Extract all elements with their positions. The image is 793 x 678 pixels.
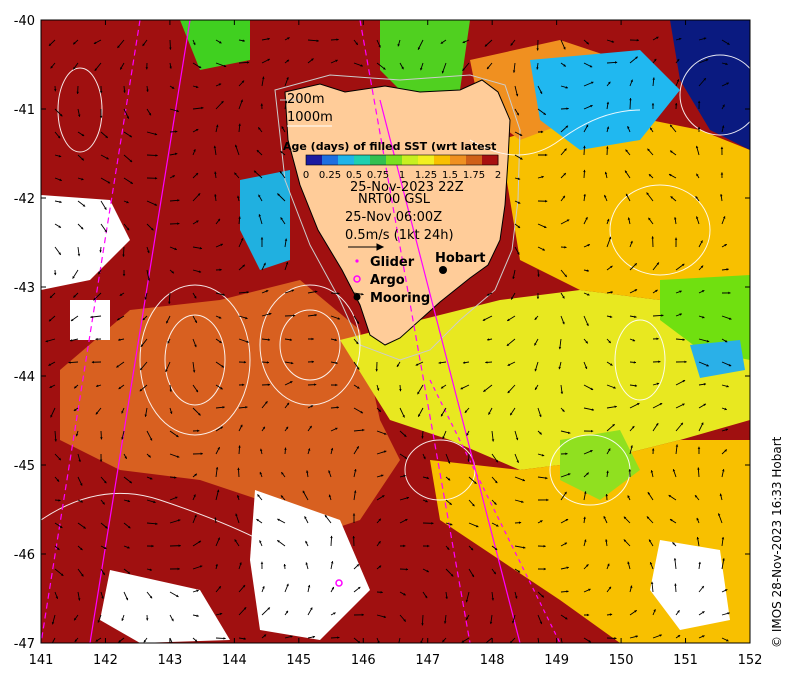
y-tick-label: -41 [14,103,35,118]
x-tick-label: 142 [93,653,118,668]
y-tick-label: -40 [14,14,35,29]
colorbar-swatch [306,155,323,165]
current-vector-head [172,644,174,646]
colorbar-swatch [418,155,435,165]
x-tick-label: 149 [544,653,569,668]
y-tick-label: -44 [14,370,35,385]
colorbar-swatch [322,155,339,165]
current-time-label: 25-Nov 06:00Z [345,210,442,225]
colorbar-tick-label: 2 [495,170,501,181]
colorbar-swatch [386,155,403,165]
y-tick-label: -43 [14,281,35,296]
x-tick-label: 145 [286,653,311,668]
mooring-label: Mooring [370,291,430,306]
age-colorbar [305,154,499,166]
x-tick-label: 152 [738,653,763,668]
y-tick-label: -47 [14,637,35,652]
imos-credit: © IMOS 28-Nov-2023 16:33 Hobart [770,436,784,648]
sst-age-map: 200m 1000m Age (days) of filled SST (wrt… [14,14,763,668]
glider-marker [355,259,359,263]
x-tick-label: 147 [415,653,440,668]
hobart-label: Hobart [435,251,486,266]
x-tick-label: 151 [673,653,698,668]
colorbar-title: Age (days) of filled SST (wrt latest [283,140,496,153]
colorbar-swatch [370,155,387,165]
mooring-marker [353,293,361,301]
x-tick-label: 150 [609,653,634,668]
colorbar-swatch [354,155,371,165]
colorbar-swatch [338,155,355,165]
x-tick-label: 143 [157,653,182,668]
current-vector-head [562,646,565,648]
x-tick-label: 141 [29,653,54,668]
y-tick-label: -45 [14,459,35,474]
scale-label: 0.5m/s (1kt 24h) [345,228,454,243]
colorbar-tick-label: 1.75 [463,170,485,181]
no-data-west2 [70,300,110,340]
colorbar-tick-label: 0.25 [319,170,341,181]
contour-200m-label: 200m [287,92,324,107]
current-vector-head [397,646,400,648]
colorbar-swatch [466,155,483,165]
colorbar-swatch [450,155,467,165]
y-tick-label: -42 [14,192,35,207]
x-tick-label: 146 [351,653,376,668]
x-tick-label: 144 [222,653,247,668]
source-label: NRT00 GSL [358,192,431,207]
x-tick-label: 148 [480,653,505,668]
map-area[interactable]: 200m 1000m Age (days) of filled SST (wrt… [41,20,760,649]
contour-1000m-label: 1000m [287,110,333,125]
colorbar-tick-label: 0 [303,170,309,181]
argo-label: Argo [370,273,405,288]
y-tick-label: -46 [14,548,35,563]
hobart-mooring[interactable] [439,266,447,274]
colorbar-swatch [402,155,419,165]
colorbar-swatch [434,155,451,165]
current-vector-head [538,645,541,647]
colorbar-swatch [482,155,499,165]
glider-label: Glider [370,255,415,270]
